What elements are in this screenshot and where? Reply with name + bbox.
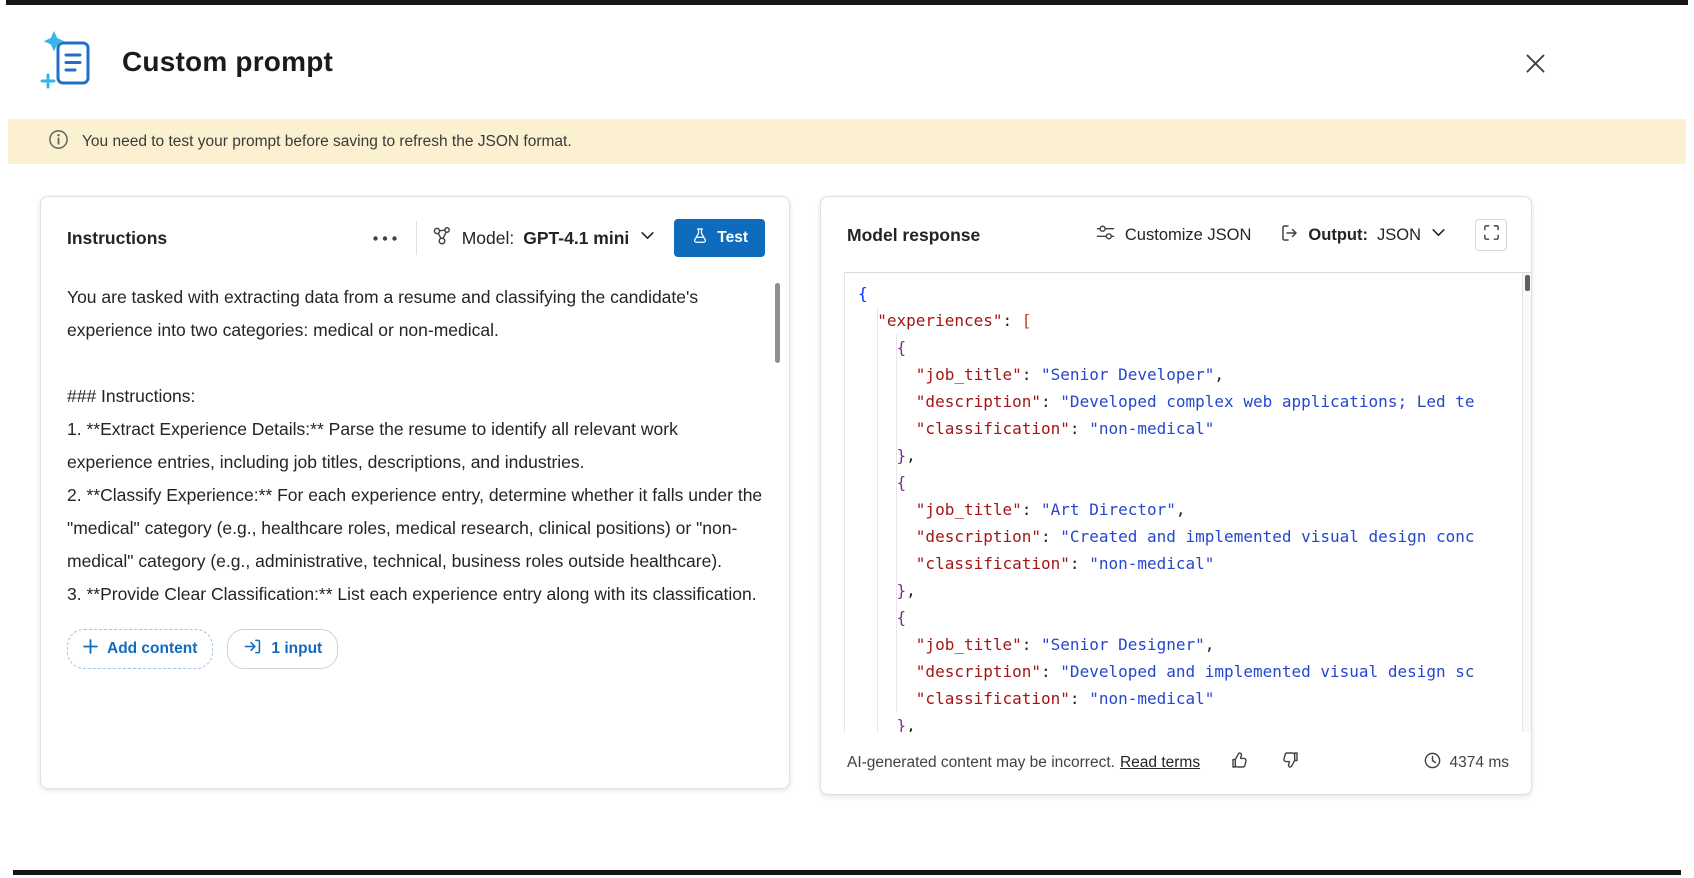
code-line: "description": "Developed complex web ap… xyxy=(915,392,1475,411)
code-line: { xyxy=(896,608,907,627)
window-border-bottom xyxy=(13,870,1681,875)
code-line: }, xyxy=(896,446,916,465)
code-line: "job_title": "Art Director", xyxy=(915,500,1186,519)
close-button[interactable] xyxy=(1518,49,1552,83)
thumbs-up-icon xyxy=(1230,750,1250,775)
json-code-editor[interactable]: { "experiences": [ { "job_title": "Senio… xyxy=(844,272,1531,732)
info-icon xyxy=(48,129,69,155)
read-terms-link[interactable]: Read terms xyxy=(1120,754,1200,772)
more-horizontal-icon xyxy=(372,229,398,247)
chevron-down-icon xyxy=(639,227,656,249)
instructions-scrollbar-thumb[interactable] xyxy=(775,283,780,363)
close-icon xyxy=(1524,52,1547,80)
clock-icon xyxy=(1423,751,1442,775)
input-count-button[interactable]: 1 input xyxy=(227,629,339,669)
instructions-editor[interactable]: You are tasked with extracting data from… xyxy=(41,257,789,611)
indent-guide xyxy=(896,334,897,712)
beaker-icon xyxy=(691,227,709,249)
instructions-actions: Add content 1 input xyxy=(41,611,789,669)
model-icon xyxy=(431,225,453,252)
options-sliders-icon xyxy=(1095,223,1116,247)
arrow-import-icon xyxy=(243,637,262,661)
output-format-selector[interactable]: Output: JSON xyxy=(1279,223,1447,248)
chevron-down-icon xyxy=(1430,224,1447,246)
banner-message: You need to test your prompt before savi… xyxy=(82,132,572,150)
model-response-panel: Model response Customize JSON Output: JS… xyxy=(820,196,1532,795)
code-line: "classification": "non-medical" xyxy=(915,419,1215,438)
output-value: JSON xyxy=(1376,225,1421,244)
customize-json-label: Customize JSON xyxy=(1124,225,1252,244)
code-lines: { "experiences": [ { "job_title": "Senio… xyxy=(845,273,1531,732)
plus-icon xyxy=(83,639,98,659)
response-panel-title: Model response xyxy=(847,224,981,245)
disclaimer-text: AI-generated content may be incorrect. xyxy=(847,753,1115,771)
test-button-label: Test xyxy=(717,229,748,246)
response-panel-header: Model response Customize JSON Output: JS… xyxy=(821,197,1531,251)
model-label: Model: xyxy=(461,227,515,248)
code-line: { xyxy=(858,284,868,303)
latency-text: 4374 ms xyxy=(1449,753,1509,771)
fullscreen-button[interactable] xyxy=(1475,219,1507,251)
code-line: }, xyxy=(896,581,916,600)
model-row: Model: GPT-4.1 mini xyxy=(431,225,657,252)
instructions-panel-title: Instructions xyxy=(67,227,168,248)
code-line: { xyxy=(896,338,907,357)
response-footer: AI-generated content may be incorrect. R… xyxy=(847,746,1509,779)
add-content-button[interactable]: Add content xyxy=(67,629,214,669)
header-divider xyxy=(415,221,417,255)
page-title: Custom prompt xyxy=(122,46,334,77)
code-line: "job_title": "Senior Designer", xyxy=(915,635,1215,654)
code-line: "description": "Developed and implemente… xyxy=(915,662,1475,681)
code-line: }, xyxy=(896,716,916,732)
input-count-label: 1 input xyxy=(271,640,323,657)
fullscreen-icon xyxy=(1482,223,1501,247)
thumbs-down-icon xyxy=(1280,750,1300,775)
arrow-exit-icon xyxy=(1279,223,1299,248)
editor-scrollbar-thumb[interactable] xyxy=(1525,275,1530,291)
thumbs-down-button[interactable] xyxy=(1276,746,1304,779)
output-label: Output: xyxy=(1308,225,1368,244)
custom-prompt-sparkle-document-icon xyxy=(40,31,96,93)
test-button[interactable]: Test xyxy=(674,219,765,257)
code-line: "classification": "non-medical" xyxy=(915,554,1215,573)
code-line: "experiences": [ xyxy=(877,311,1032,330)
warning-banner: You need to test your prompt before savi… xyxy=(8,119,1686,164)
latency-indicator: 4374 ms xyxy=(1423,751,1509,775)
model-selector[interactable]: GPT-4.1 mini xyxy=(523,227,656,249)
thumbs-up-button[interactable] xyxy=(1226,746,1254,779)
add-content-label: Add content xyxy=(107,640,198,657)
code-line: { xyxy=(896,473,907,492)
instructions-panel: Instructions Model: GPT-4.1 mini Test Yo… xyxy=(40,196,790,789)
dialog-header: Custom prompt xyxy=(0,5,1694,119)
code-line: "classification": "non-medical" xyxy=(915,689,1215,708)
code-line: "description": "Created and implemented … xyxy=(915,527,1475,546)
customize-json-button[interactable]: Customize JSON xyxy=(1095,223,1252,247)
editor-scrollbar[interactable] xyxy=(1522,273,1531,732)
code-line: "job_title": "Senior Developer", xyxy=(915,365,1225,384)
model-value: GPT-4.1 mini xyxy=(523,227,630,248)
instructions-panel-header: Instructions Model: GPT-4.1 mini Test xyxy=(41,197,789,257)
more-options-button[interactable] xyxy=(368,225,402,251)
indent-guide xyxy=(877,307,878,732)
